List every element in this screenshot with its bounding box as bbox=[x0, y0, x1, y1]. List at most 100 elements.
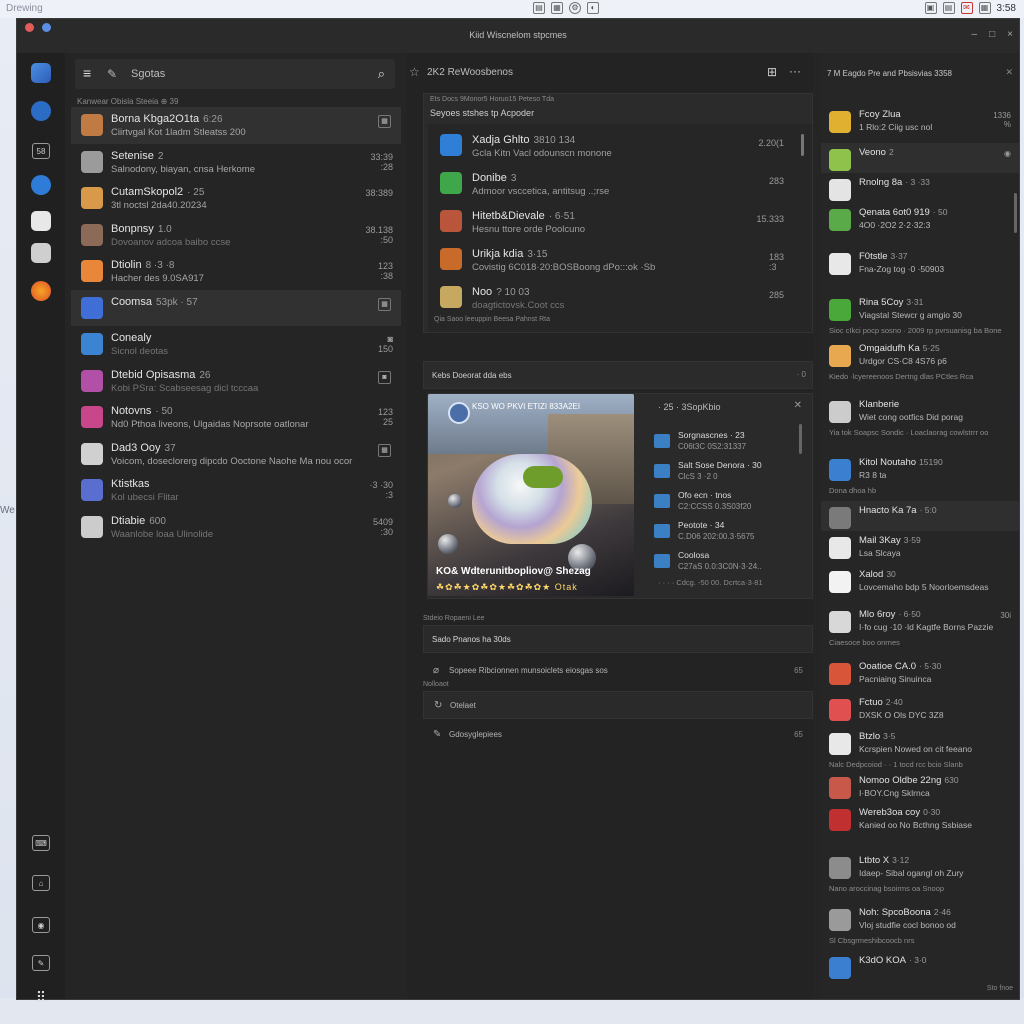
edit-icon[interactable]: ✎ bbox=[27, 949, 55, 977]
right-list-item[interactable]: F0tstle 3·37 Fna-Zog tog ·0 ·50903 bbox=[821, 247, 1019, 293]
result-row[interactable]: Xadja Ghlto 3810 134 Gcla Kitn Vacl odouns… bbox=[434, 128, 804, 166]
right-list-item[interactable]: Qenata 6ot0 919 · 50 4O0 ·2O2 2·2·32:3 bbox=[821, 203, 1019, 247]
avatar bbox=[81, 406, 103, 428]
right-item-time: 2·40 bbox=[885, 697, 903, 707]
browser-icon[interactable] bbox=[27, 171, 55, 199]
store-icon[interactable]: ⌂ bbox=[27, 869, 55, 897]
more-icon[interactable]: ··· bbox=[789, 64, 801, 78]
chat-list-item[interactable]: Dtebid Opisasma 26 Kobi PSra: Scabseesag d… bbox=[71, 363, 401, 400]
grid-icon[interactable]: ▦ bbox=[551, 2, 563, 14]
chat-badge-icon[interactable]: ◙ bbox=[378, 370, 391, 384]
media-list-item[interactable]: Sorgnascnes · 23 C06t3C 0S2:31337 bbox=[654, 430, 804, 458]
globe-icon[interactable] bbox=[27, 97, 55, 125]
minimize-button[interactable]: – bbox=[972, 29, 978, 40]
grid-view-icon[interactable]: ⊞ bbox=[767, 65, 777, 79]
chat-list-item[interactable]: Coomsa 53pk · 57 ▦ bbox=[71, 289, 401, 326]
gear-icon[interactable]: ⚙ bbox=[569, 2, 581, 14]
right-list-item[interactable]: Noh: SpcoBoona 2·46 Vloj studfie cocl bono… bbox=[821, 903, 1019, 951]
right-item-note: Sioc cIkci pocp sosno · 2009 rp pvrsuani… bbox=[829, 326, 1002, 335]
dice-icon[interactable] bbox=[27, 207, 55, 235]
center-pane: ☆ 2K2 ReWoosbenos ⊞ ··· Ets Docs 9Monor5… bbox=[407, 53, 813, 999]
right-list-item[interactable]: Wereb3oa coy 0·30 Kanied oo No Bcthng Ssbi… bbox=[821, 803, 1019, 851]
right-list-item[interactable]: Btzlo 3·5 Kcrspien Nowed on cit feeano Nalc… bbox=[821, 727, 1019, 771]
result-name-text: Donibe bbox=[472, 172, 507, 184]
chat-badge-icon[interactable]: ▦ bbox=[378, 115, 391, 128]
calendar-icon[interactable]: 58 bbox=[27, 137, 55, 165]
panel-header-small: Ets Docs 9Monor5 Horuo15 Peteso Tda bbox=[430, 96, 554, 103]
close-icon[interactable]: ✕ bbox=[1005, 67, 1013, 78]
avatar bbox=[81, 515, 103, 538]
maximize-button[interactable]: □ bbox=[989, 29, 995, 40]
right-list-item[interactable]: K3dO KOA · 3·0 bbox=[821, 951, 1019, 981]
result-row[interactable]: Urikja kdia 3·15 Covistig 6C018·20:BOSBoon… bbox=[434, 242, 804, 280]
chat-list-item[interactable]: Notovns · 50 Nd0 Pthoa liveons, Ulgaidas N… bbox=[71, 399, 401, 436]
search-bar[interactable]: ≡ ✎ Sgotas ⌕ bbox=[75, 59, 395, 89]
action-row-attach[interactable]: ⌀ Sopeee Ribcionnen munsoiclets eiosgas … bbox=[423, 657, 813, 685]
media-image[interactable]: KSO WO PKVI ETIZI 833A2EI KO& Wdterunitb… bbox=[428, 394, 634, 596]
right-list-item[interactable]: Fcoy Zlua 1 Rlo:2 Ciig usc nol 1336 % bbox=[821, 105, 1019, 143]
search-input[interactable]: Sgotas bbox=[131, 68, 165, 80]
box-icon[interactable]: ▣ bbox=[924, 2, 937, 14]
right-list-item[interactable]: Rina 5Coy 3·31 Viagstal Stewcr g amgio 30 S… bbox=[821, 293, 1019, 339]
chat-list-item[interactable]: Dad3 Ooy 37 Voicom, doseclorerg dipcdo Ooc… bbox=[71, 436, 401, 473]
firefox-icon[interactable] bbox=[27, 277, 55, 305]
toggle-icon[interactable]: ◐ bbox=[587, 2, 599, 14]
chat-badge-icon[interactable]: ▦ bbox=[378, 443, 391, 457]
chat-list-item[interactable]: Dtiolin 8 ·3 ·8 Hacher des 9.0SA917 123 :38 bbox=[71, 253, 401, 290]
media-list-item[interactable]: Ofo ecn · tnos C2:CCSS 0.3S03f20 bbox=[654, 490, 804, 518]
chat-list-item[interactable]: Dtiabie 600 Waanlobe loaa Ulinolide 5409 :3… bbox=[71, 509, 401, 546]
close-icon[interactable]: ✕ bbox=[794, 400, 802, 411]
right-list-item[interactable]: Ltbto X 3·12 Idaep- Sibal ogangl oh Zury Na… bbox=[821, 851, 1019, 903]
result-row[interactable]: Donibe 3 Admoor vsccetica, antitsug ..;rse… bbox=[434, 166, 804, 204]
right-item-note: Ciaesoce boo onrnes bbox=[829, 638, 900, 647]
section-bar[interactable]: Kebs Doeorat dda ebs · 0 bbox=[423, 361, 813, 389]
mail-icon[interactable]: ✉ bbox=[960, 2, 973, 14]
right-list-item[interactable]: Rnolng 8a · 3 ·33 bbox=[821, 173, 1019, 203]
chat-list-item[interactable]: Setenise 2 Salnodony, biayan, cnsa Herkome… bbox=[71, 144, 401, 181]
doc-icon[interactable]: ▤ bbox=[533, 2, 545, 14]
chat-list-item[interactable]: Conealy Sicnol deotas ◙ 150 bbox=[71, 326, 401, 363]
camera-icon[interactable]: ◉ bbox=[27, 911, 55, 939]
right-list-item[interactable]: Kitol Noutaho 15190 R3 8 ta Dona dhoa hb bbox=[821, 453, 1019, 501]
chat-list-item[interactable]: Borna Kbga2O1ta 6:26 Ciirtvgal Kot 1ladm S… bbox=[71, 107, 401, 144]
menu-icon[interactable]: ≡ bbox=[83, 66, 97, 80]
chat-preview: 3tl noctsl 2da40.20234 bbox=[111, 200, 207, 211]
dice-icon-2[interactable] bbox=[27, 239, 55, 267]
apps-grid-icon[interactable]: ⠿ bbox=[27, 983, 55, 1011]
chat-list-item[interactable]: Bonpnsy 1.0 Dovoanov adcoa baibo ccse 38.13… bbox=[71, 217, 401, 254]
search-icon[interactable]: ⌕ bbox=[378, 66, 385, 82]
chat-list-item[interactable]: CutamSkopol2 · 25 3tl noctsl 2da40.20234 38… bbox=[71, 180, 401, 217]
chat-badge-icon[interactable]: ▦ bbox=[378, 297, 391, 311]
right-list-item[interactable]: Nomoo Oldbe 22ng 630 I·BOY.Cng Sklrnca bbox=[821, 771, 1019, 803]
close-button[interactable]: × bbox=[1007, 29, 1013, 40]
right-list-item[interactable]: Klanberie Wiet cong ootfics Did porag Yia … bbox=[821, 395, 1019, 453]
right-list-item[interactable]: Mlo 6roy · 6·50 I·fo cug ·10 ·ld Kagtfe Bo… bbox=[821, 605, 1019, 657]
keyboard-icon[interactable]: ⌨ bbox=[27, 829, 55, 857]
media-list-item[interactable]: Coolosa C27aS 0.0:3C0N·3·24.. bbox=[654, 550, 804, 578]
chat-list-item[interactable]: Ktistkas Kol ubecsi Flitar ·3 ·30 :3 bbox=[71, 472, 401, 509]
chat-time: 2 bbox=[157, 150, 164, 162]
action-row-refresh[interactable]: ↻ Otelaet bbox=[423, 691, 813, 719]
compose-icon[interactable]: ✎ bbox=[107, 67, 117, 81]
right-list-item[interactable]: Mail 3Kay 3·59 Lsa Slcaya bbox=[821, 531, 1019, 565]
chat-name-text: Dtebid Opisasma bbox=[111, 368, 196, 381]
right-list: Fcoy Zlua 1 Rlo:2 Ciig usc nol 1336 % Veono… bbox=[821, 105, 1019, 981]
right-list-item[interactable]: Hnacto Ka 7a · 5:0 bbox=[821, 501, 1019, 531]
action-row-edit[interactable]: ✎ Gdosyglepiees 65 bbox=[423, 721, 813, 749]
media-list-item[interactable]: Peotote · 34 C.D06 202:00.3·5675 bbox=[654, 520, 804, 548]
grid-icon[interactable]: ▦ bbox=[978, 2, 991, 14]
right-item-preview: Lsa Slcaya bbox=[859, 548, 901, 558]
chat-icon[interactable]: ▤ bbox=[942, 2, 955, 14]
right-list-item[interactable]: Omgaidufh Ka 5·25 Urdgor CS·C8 4S76 p6 Kied… bbox=[821, 339, 1019, 395]
media-list-item[interactable]: Salt Sose Denora · 30 ClcS 3 ·2 0 bbox=[654, 460, 804, 488]
app-logo-icon[interactable] bbox=[27, 59, 55, 87]
right-list-item[interactable]: Fctuo 2·40 DXSK O Ols DYC 3Z8 bbox=[821, 693, 1019, 727]
result-row[interactable]: Hitetb&Dievale · 6·51 Hesnu ttore orde Poo… bbox=[434, 204, 804, 242]
action-row-title[interactable]: Sado Pnanos ha 30ds bbox=[423, 625, 813, 653]
star-icon[interactable]: ☆ bbox=[409, 65, 420, 79]
result-row[interactable]: Noo? 10 03 doagtictovsk.Coot ccs 285 bbox=[434, 280, 804, 318]
right-list-item[interactable]: Ooatioe CA.0 · 5·30 Pacniaing Sinuinca bbox=[821, 657, 1019, 693]
right-list-item[interactable]: Xalod 30 Lovcemaho bdp 5 Noorloemsdeas bbox=[821, 565, 1019, 605]
right-list-item[interactable]: Veono 2 ◉ bbox=[821, 143, 1019, 173]
media-item-title: Sorgnascnes · 23 bbox=[678, 430, 745, 440]
